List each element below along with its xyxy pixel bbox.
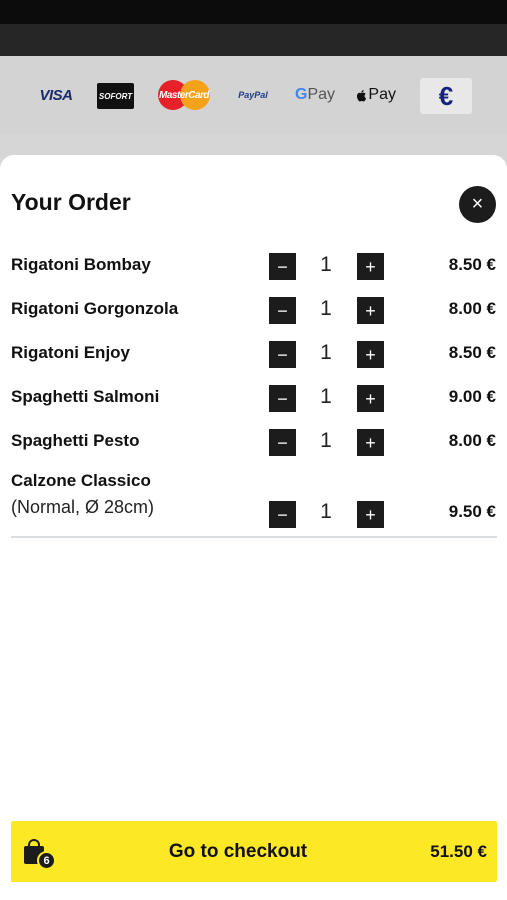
item-quantity: 1	[320, 341, 332, 364]
close-icon: ×	[471, 193, 484, 215]
increase-quantity-button[interactable]: +	[357, 501, 384, 528]
increase-quantity-button[interactable]: +	[357, 385, 384, 412]
item-name: Rigatoni Gorgonzola	[11, 299, 179, 318]
apple-icon	[356, 89, 367, 101]
sofort-logo: SOFORT	[97, 83, 134, 109]
decrease-quantity-button[interactable]: −	[269, 429, 296, 456]
apple-pay-logo: Pay	[356, 80, 396, 110]
item-price: 8.50 €	[448, 343, 496, 362]
item-price: 9.50 €	[448, 502, 496, 521]
divider	[11, 536, 497, 538]
item-name: Spaghetti Pesto	[11, 431, 140, 450]
visa-logo: VISA	[39, 86, 73, 104]
item-price: 9.00 €	[448, 387, 496, 406]
increase-quantity-button[interactable]: +	[357, 341, 384, 368]
decrease-quantity-button[interactable]: −	[269, 253, 296, 280]
item-quantity: 1	[320, 297, 332, 320]
order-title: Your Order	[11, 189, 131, 215]
increase-quantity-button[interactable]: +	[357, 429, 384, 456]
minus-icon: −	[277, 388, 288, 409]
decrease-quantity-button[interactable]: −	[269, 501, 296, 528]
decrease-quantity-button[interactable]: −	[269, 297, 296, 324]
decrease-quantity-button[interactable]: −	[269, 341, 296, 368]
checkout-total: 51.50 €	[430, 842, 487, 861]
minus-icon: −	[277, 504, 288, 525]
item-price: 8.00 €	[448, 431, 496, 450]
item-name: Calzone Classico (Normal, Ø 28cm)	[11, 471, 155, 517]
go-to-checkout-button[interactable]: 6 Go to checkout 51.50 €	[11, 821, 497, 882]
plus-icon: +	[365, 504, 376, 525]
item-quantity: 1	[320, 253, 332, 276]
paypal-logo: PayPal	[238, 90, 268, 100]
google-pay-logo: G Pay	[294, 86, 336, 103]
background-header	[0, 0, 507, 56]
item-name: Spaghetti Salmoni	[11, 387, 160, 406]
item-name: Rigatoni Enjoy	[11, 343, 130, 362]
plus-icon: +	[365, 432, 376, 453]
currency-button[interactable]: €	[420, 78, 472, 114]
screen: VISA SOFORT MasterCard PayPal G Pay Pay €…	[0, 0, 507, 900]
item-name: Rigatoni Bombay	[11, 255, 151, 274]
increase-quantity-button[interactable]: +	[357, 253, 384, 280]
plus-icon: +	[365, 388, 376, 409]
minus-icon: −	[277, 256, 288, 277]
item-price: 8.00 €	[448, 299, 496, 318]
minus-icon: −	[277, 300, 288, 321]
item-quantity: 1	[320, 500, 332, 523]
increase-quantity-button[interactable]: +	[357, 297, 384, 324]
item-detail: (Normal, Ø 28cm)	[11, 497, 155, 517]
close-button[interactable]: ×	[459, 186, 496, 223]
item-price: 8.50 €	[448, 255, 496, 274]
plus-icon: +	[365, 344, 376, 365]
payment-methods-bar: VISA SOFORT MasterCard PayPal G Pay Pay €	[0, 56, 507, 134]
checkout-label: Go to checkout	[168, 841, 308, 862]
minus-icon: −	[277, 432, 288, 453]
item-quantity: 1	[320, 429, 332, 452]
minus-icon: −	[277, 344, 288, 365]
item-quantity: 1	[320, 385, 332, 408]
order-sheet: Your Order × Rigatoni Bombay − 1 +8.50 € Rig…	[0, 155, 507, 900]
decrease-quantity-button[interactable]: −	[269, 385, 296, 412]
plus-icon: +	[365, 300, 376, 321]
plus-icon: +	[365, 256, 376, 277]
mastercard-logo: MasterCard	[158, 80, 210, 110]
